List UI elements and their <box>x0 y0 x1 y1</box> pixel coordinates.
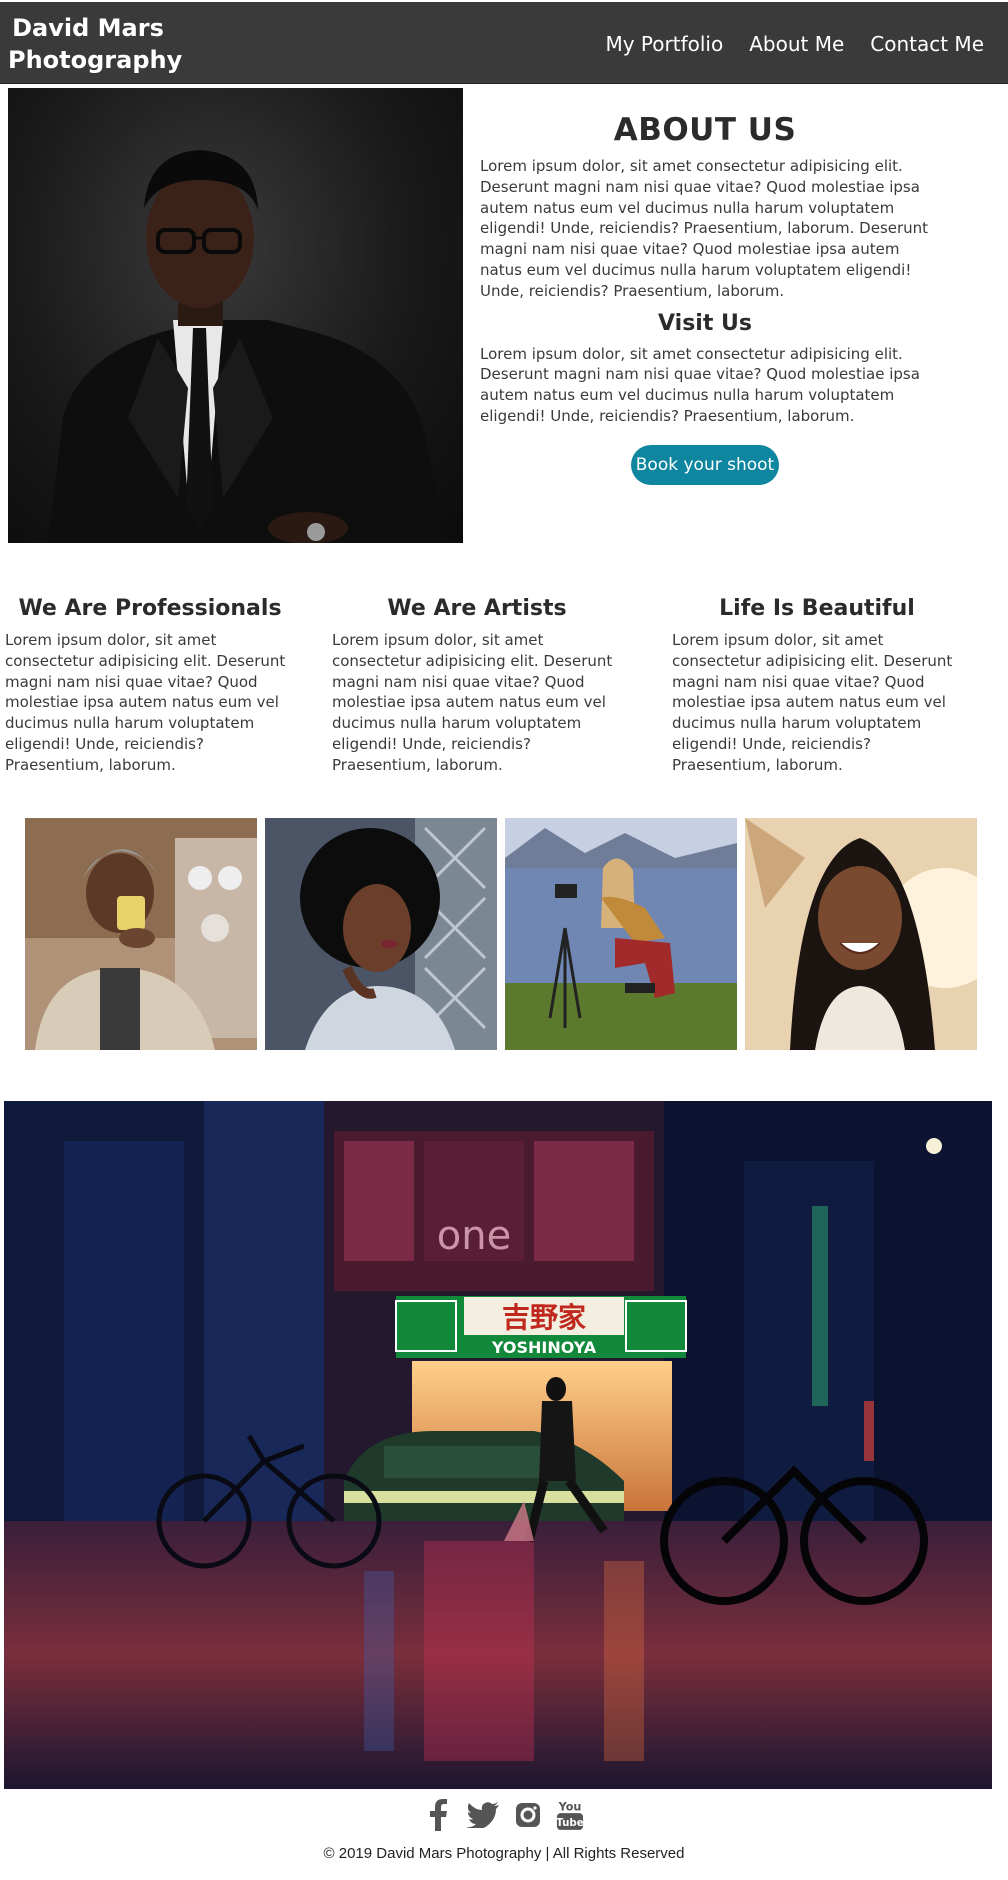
visit-text: Lorem ipsum dolor, sit amet consectetur … <box>480 344 920 425</box>
nav-about-me[interactable]: About Me <box>749 28 844 60</box>
youtube-bottom-text: Tube <box>556 1817 583 1829</box>
about-text: Lorem ipsum dolor, sit amet consectetur … <box>480 157 929 300</box>
main-nav: My Portfolio About Me Contact Me <box>605 28 984 60</box>
youtube-top-text: You <box>558 1800 582 1813</box>
nav-my-portfolio[interactable]: My Portfolio <box>605 28 723 60</box>
feature-life: Life Is Beautiful Lorem ipsum dolor, sit… <box>672 592 962 776</box>
nav-contact-me[interactable]: Contact Me <box>870 28 984 60</box>
gallery-photo-portrait[interactable] <box>265 818 497 1050</box>
neon-sign-text: one <box>437 1213 511 1259</box>
visit-title: Visit Us <box>658 310 752 336</box>
feature-artists: We Are Artists Lorem ipsum dolor, sit am… <box>332 592 622 776</box>
gallery-photo-photographer[interactable] <box>505 818 737 1050</box>
feature-title: We Are Artists <box>387 596 567 621</box>
gallery-photo-coffee[interactable] <box>25 818 257 1050</box>
copyright: © 2019 David Mars Photography | All Righ… <box>323 1845 685 1862</box>
navbar: David Mars Photography My Portfolio Abou… <box>0 2 1008 84</box>
twitter-icon[interactable] <box>466 1799 500 1831</box>
feature-professionals: We Are Professionals Lorem ipsum dolor, … <box>5 592 295 776</box>
feature-text: Lorem ipsum dolor, sit amet consectetur … <box>5 631 286 774</box>
about-section: ABOUT US Lorem ipsum dolor, sit amet con… <box>480 104 930 485</box>
facebook-icon[interactable] <box>424 1799 452 1831</box>
book-shoot-button[interactable]: Book your shoot <box>631 444 779 485</box>
feature-title: Life Is Beautiful <box>719 596 915 621</box>
about-title: ABOUT US <box>613 112 797 148</box>
site-brand[interactable]: David Mars Photography <box>8 12 182 76</box>
social-icons: You Tube <box>0 1799 1008 1831</box>
feature-title: We Are Professionals <box>18 596 282 621</box>
night-street-photo: one 吉野家 YOSHINOYA <box>4 1101 992 1789</box>
portrait-photo <box>8 88 463 543</box>
instagram-icon[interactable] <box>514 1799 542 1831</box>
gallery-photo-smile[interactable] <box>745 818 977 1050</box>
feature-text: Lorem ipsum dolor, sit amet consectetur … <box>672 631 953 774</box>
shop-sign-jp: 吉野家 <box>502 1301 586 1334</box>
youtube-icon[interactable]: You Tube <box>556 1799 584 1831</box>
feature-text: Lorem ipsum dolor, sit amet consectetur … <box>332 631 613 774</box>
shop-sign-brand: YOSHINOYA <box>491 1338 597 1357</box>
